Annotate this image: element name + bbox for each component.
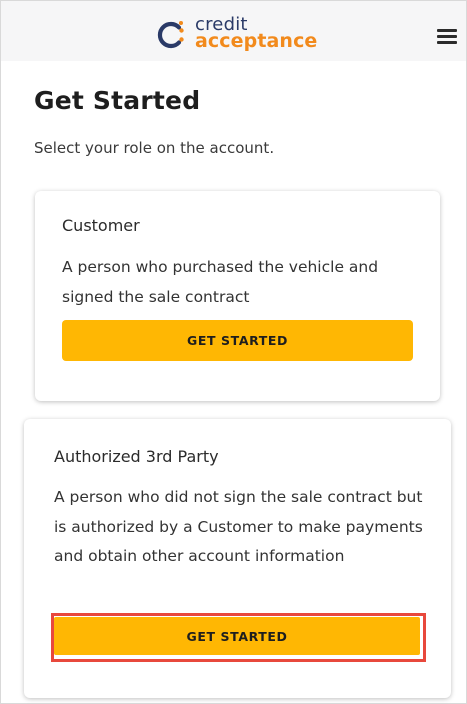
site-header: credit acceptance: [1, 1, 466, 61]
customer-role-card: Customer A person who purchased the vehi…: [35, 191, 440, 401]
hamburger-menu-icon[interactable]: [437, 29, 457, 45]
authorized-third-party-role-card: Authorized 3rd Party A person who did no…: [24, 419, 451, 698]
third-party-get-started-button[interactable]: GET STARTED: [54, 617, 420, 655]
menu-bar: [437, 29, 457, 32]
menu-bar: [437, 35, 457, 38]
page-subtitle: Select your role on the account.: [34, 139, 275, 157]
logo-text-acceptance: acceptance: [195, 30, 318, 52]
customer-get-started-button[interactable]: GET STARTED: [62, 320, 413, 361]
logo-mark-icon: [157, 21, 184, 49]
card-title: Authorized 3rd Party: [54, 447, 219, 466]
card-description: A person who purchased the vehicle and s…: [62, 258, 379, 306]
card-title: Customer: [62, 216, 140, 235]
credit-acceptance-logo[interactable]: credit acceptance: [157, 15, 327, 55]
page-title: Get Started: [34, 86, 201, 115]
card-description: A person who did not sign the sale contr…: [54, 488, 423, 565]
menu-bar: [437, 41, 457, 44]
